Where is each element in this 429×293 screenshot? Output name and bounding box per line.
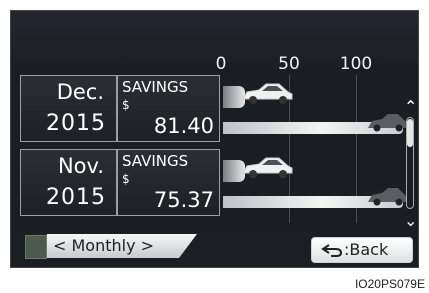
scroll-up-icon[interactable]: ⌃ <box>404 97 417 116</box>
back-button[interactable]: :Back <box>311 237 413 263</box>
gasoline-car-icon <box>368 188 407 206</box>
savings-label: SAVINGS <box>122 152 189 170</box>
figure-code: IO20PS079E <box>354 277 425 291</box>
monthly-toggle-button[interactable]: < Monthly > <box>47 234 197 258</box>
savings-amount: 75.37 <box>153 188 214 212</box>
currency-label: $ <box>122 98 130 112</box>
month-cell: Dec. 2015 <box>20 75 117 142</box>
savings-label: SAVINGS <box>122 78 189 96</box>
month-label: Dec. <box>56 80 104 104</box>
savings-cell: SAVINGS $ 81.40 <box>117 75 220 142</box>
tick-label-100: 100 <box>339 54 373 74</box>
month-label: Nov. <box>57 154 104 178</box>
hybrid-car-icon <box>242 83 293 104</box>
hybrid-car-icon <box>242 157 293 178</box>
year-label: 2015 <box>46 111 106 136</box>
tick-label-0: 0 <box>215 54 227 74</box>
back-label: :Back <box>344 240 389 259</box>
display-screen: 0 50 100 Dec. 2015 SAVINGS $ 81.40 Nov. … <box>10 10 419 268</box>
gasoline-car-icon <box>368 114 407 132</box>
back-arrow-icon <box>321 244 343 257</box>
indicator-square <box>25 235 47 259</box>
month-cell: Nov. 2015 <box>20 149 117 216</box>
currency-label: $ <box>122 172 130 186</box>
scroll-down-icon[interactable]: ⌄ <box>404 211 417 230</box>
year-label: 2015 <box>46 185 106 210</box>
savings-cell: SAVINGS $ 75.37 <box>117 149 220 216</box>
savings-amount: 81.40 <box>153 114 214 138</box>
scrollbar-thumb[interactable] <box>407 119 413 147</box>
tick-label-50: 50 <box>278 54 300 74</box>
